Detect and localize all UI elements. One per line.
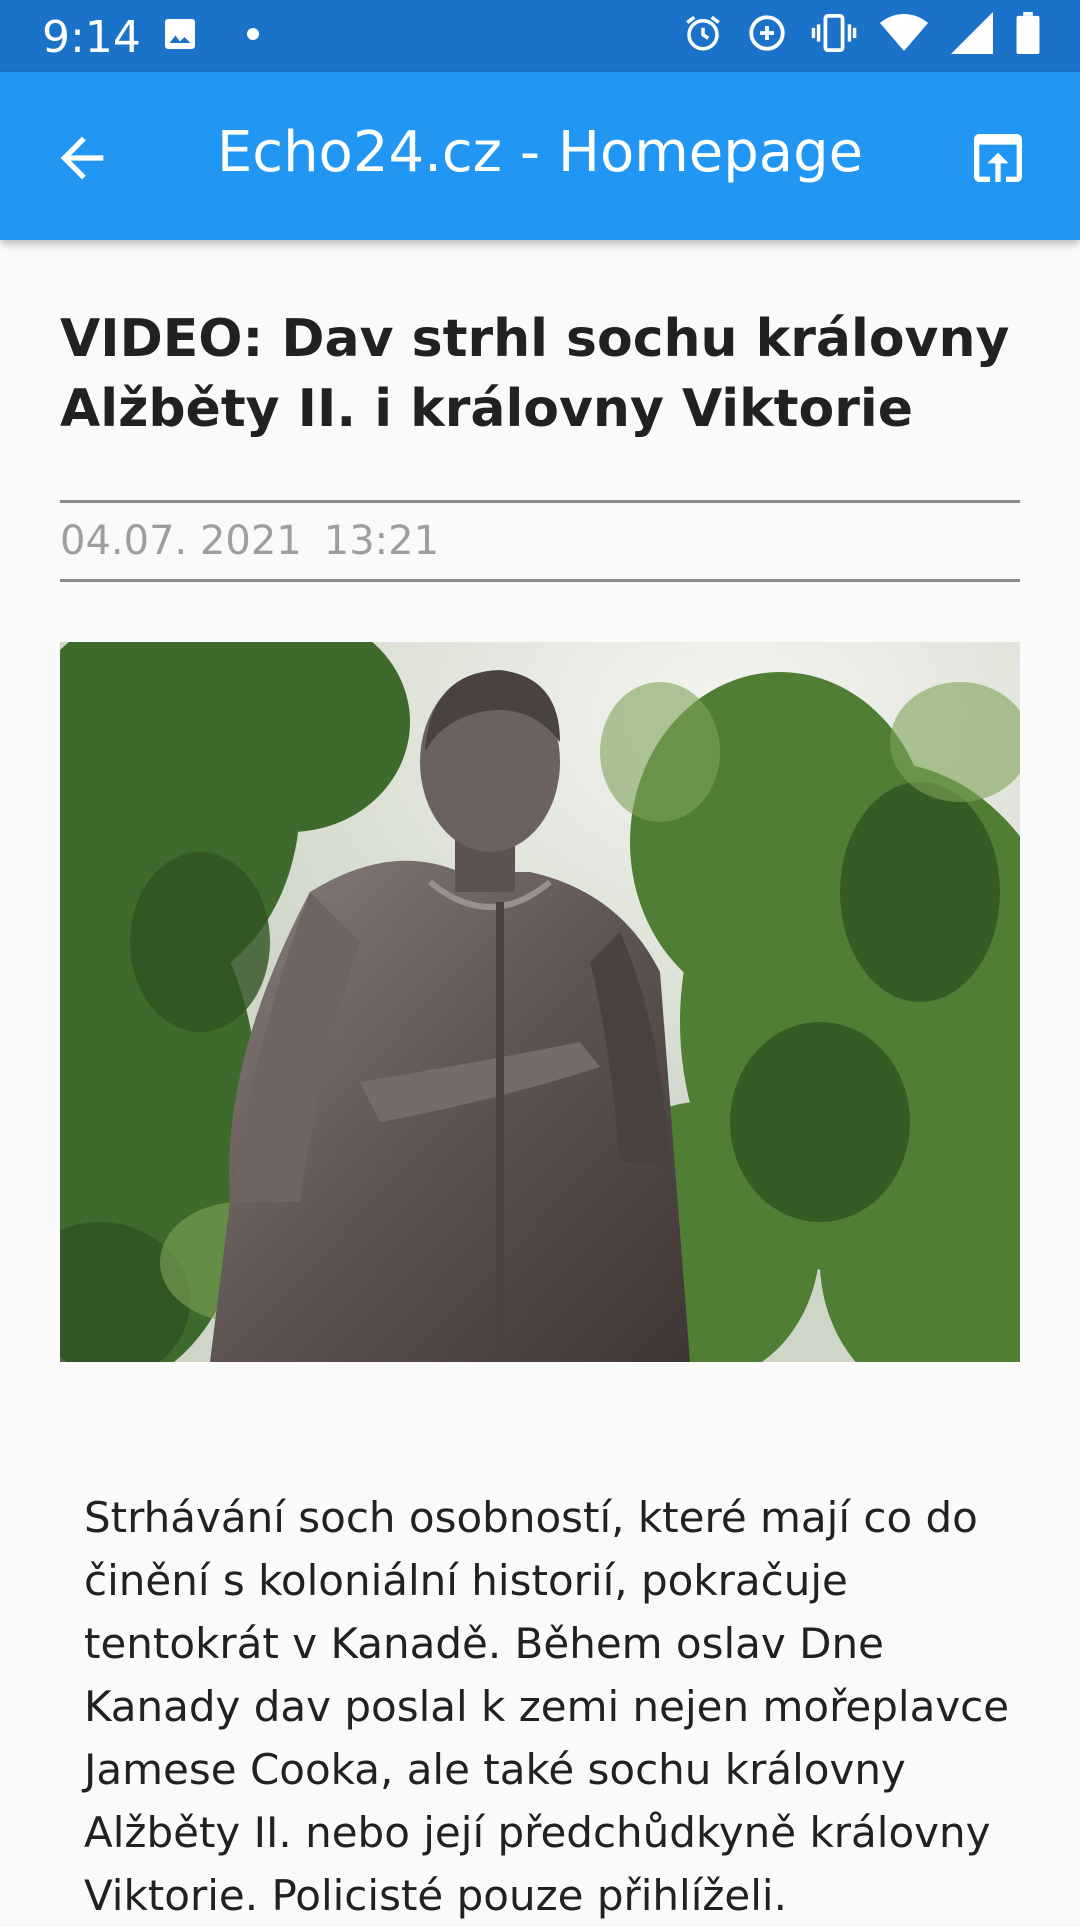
vibrate-icon (810, 12, 858, 54)
app-bar: Echo24.cz - Homepage (0, 72, 1080, 240)
article-photo[interactable] (60, 642, 1020, 1362)
image-icon (162, 16, 198, 52)
status-bar: 9:14 (0, 0, 1080, 72)
back-button[interactable] (50, 126, 114, 190)
status-time: 9:14 (42, 12, 141, 63)
article-meta: 04.07. 2021 13:21 (60, 500, 1020, 582)
article-time: 13:21 (323, 518, 440, 564)
article-headline: VIDEO: Dav strhl sochu královny Alžběty … (60, 309, 1010, 439)
dot-icon (246, 27, 260, 41)
data-saver-icon (746, 12, 788, 54)
alarm-icon (682, 12, 724, 54)
article-date: 04.07. 2021 (60, 518, 302, 564)
article-body: Strhávání soch osobností, které mají co … (84, 1493, 1010, 1920)
signal-icon (950, 12, 994, 54)
open-external-icon (974, 134, 1022, 182)
open-external-button[interactable] (966, 126, 1030, 190)
arrow-left-icon (60, 136, 104, 180)
battery-icon (1016, 12, 1040, 54)
article-content: VIDEO: Dav strhl sochu královny Alžběty … (60, 240, 1020, 1927)
app-title: Echo24.cz - Homepage (216, 120, 864, 185)
wifi-icon (880, 12, 928, 54)
